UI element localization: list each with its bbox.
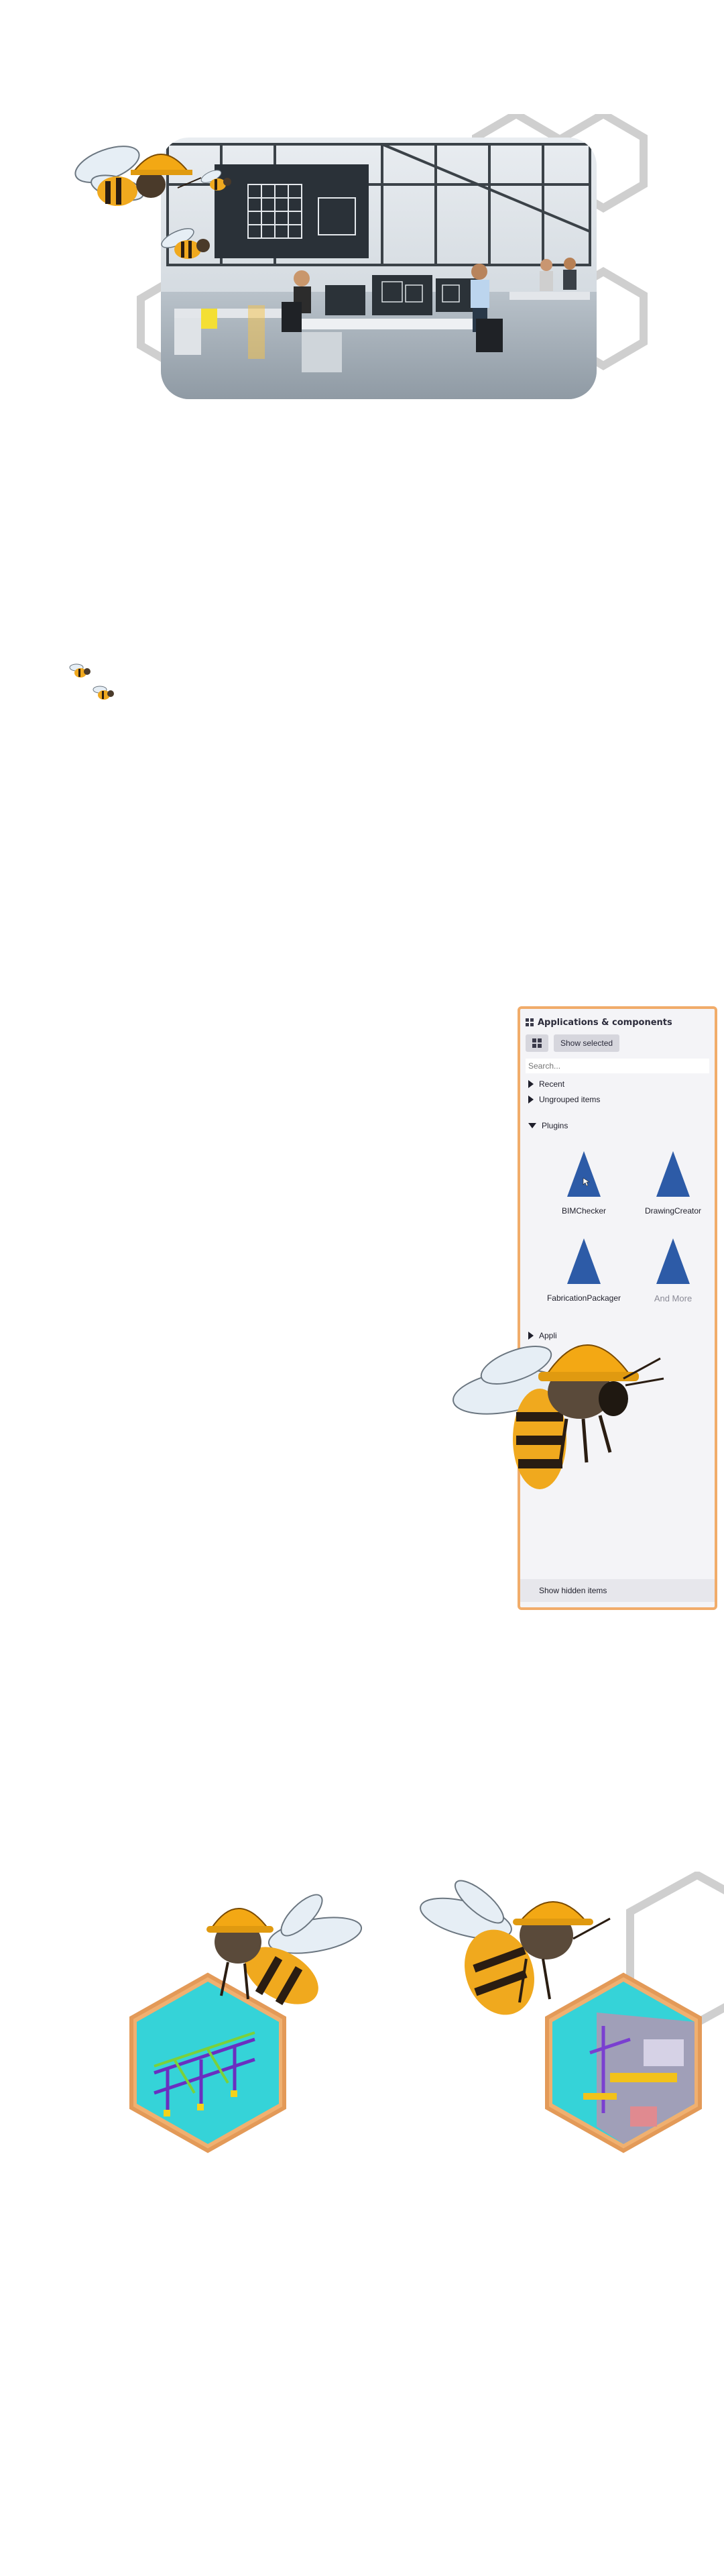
- grid-view-icon: [532, 1038, 542, 1048]
- bee-with-helmet-illustration: [420, 1880, 611, 2015]
- triangle-icon: [656, 1151, 690, 1197]
- panel-header: Applications & components: [526, 1014, 709, 1030]
- tree-item-plugins[interactable]: Plugins: [528, 1119, 568, 1132]
- panel-grid-icon: [526, 1018, 534, 1026]
- tiny-bee-illustration: [69, 663, 90, 678]
- plugin-label: And More: [654, 1293, 692, 1303]
- expand-arrow-icon: [528, 1080, 534, 1088]
- triangle-icon: [567, 1151, 601, 1197]
- plugin-fabricationpackager[interactable]: FabricationPackager: [544, 1237, 624, 1311]
- tree-item-label: Ungrouped items: [539, 1095, 601, 1104]
- bee-with-helmet-illustration: [74, 146, 202, 206]
- plugin-and-more[interactable]: And More: [633, 1237, 713, 1311]
- tree-item-recent[interactable]: Recent: [528, 1077, 564, 1091]
- tree-item-label: Plugins: [542, 1121, 568, 1130]
- tree-item-ungrouped[interactable]: Ungrouped items: [528, 1093, 600, 1106]
- panel-toolbar: Show selected: [526, 1034, 620, 1052]
- plugin-label: DrawingCreator: [644, 1206, 702, 1216]
- show-selected-button[interactable]: Show selected: [554, 1034, 620, 1052]
- panel-title: Applications & components: [538, 1017, 672, 1028]
- expand-arrow-icon: [528, 1095, 534, 1104]
- applications-components-panel: Applications & components Show selected …: [518, 1006, 717, 1610]
- tree-item-label: Recent: [539, 1079, 565, 1089]
- triangle-icon: [567, 1238, 601, 1284]
- tiny-bee-illustration: [93, 686, 114, 700]
- grid-view-button[interactable]: [526, 1034, 548, 1052]
- bee-with-helmet-illustration: [206, 1894, 363, 2005]
- bee-with-helmet-illustration: [452, 1344, 664, 1489]
- collapse-arrow-icon: [528, 1123, 536, 1128]
- plugin-label: BIMChecker: [561, 1206, 607, 1216]
- show-hidden-items-toggle[interactable]: Show hidden items: [520, 1579, 715, 1602]
- show-hidden-label: Show hidden items: [539, 1586, 607, 1595]
- search-input[interactable]: [526, 1059, 709, 1073]
- plugin-drawingcreator[interactable]: DrawingCreator: [633, 1150, 713, 1224]
- plugin-label: FabricationPackager: [546, 1293, 621, 1303]
- small-bee-illustration: [161, 228, 210, 259]
- triangle-icon: [656, 1238, 690, 1284]
- small-bee-illustration: [200, 170, 231, 191]
- plugin-bimchecker[interactable]: BIMChecker: [544, 1150, 624, 1224]
